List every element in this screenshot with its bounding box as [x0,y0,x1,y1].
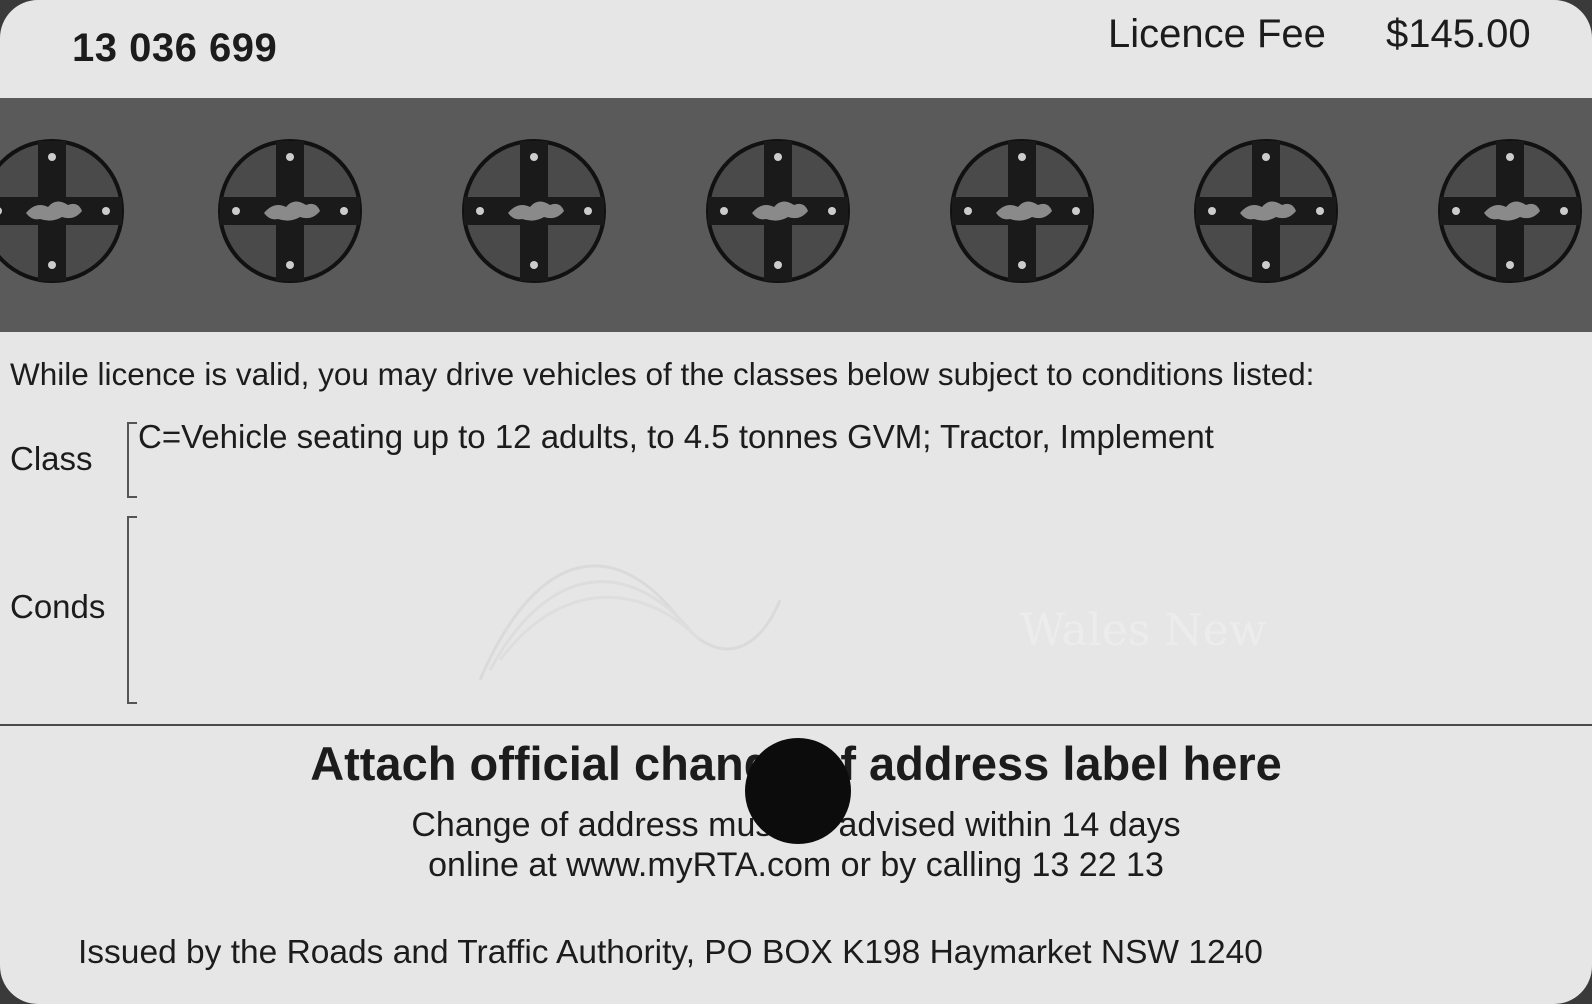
section-divider [0,724,1592,726]
card-header: 13 036 699 Licence Fee $145.00 [0,0,1592,96]
punch-hole [745,738,851,844]
conds-label: Conds [10,588,106,625]
class-bracket [127,422,137,498]
card-number: 13 036 699 [72,26,278,70]
conds-bracket [127,516,137,704]
nsw-cross-lion-emblem-icon [1192,137,1340,285]
licence-fee-label: Licence Fee [1108,12,1326,56]
emblem-band [0,98,1592,332]
nsw-cross-lion-emblem-icon [948,137,1096,285]
class-label: Class [10,440,93,477]
licence-card-back: 13 036 699 Licence Fee $145.00 While lic… [0,0,1592,1004]
licence-fee-amount: $145.00 [1386,12,1531,56]
nsw-cross-lion-emblem-icon [460,137,608,285]
security-watermark: Wales New [460,500,1360,700]
licence-validity-statement: While licence is valid, you may drive ve… [10,356,1315,392]
address-instruction-line-2: online at www.myRTA.com or by calling 13… [428,846,1164,884]
issuer-statement: Issued by the Roads and Traffic Authorit… [78,934,1263,971]
nsw-cross-lion-emblem-icon [704,137,852,285]
nsw-cross-lion-emblem-icon [216,137,364,285]
nsw-cross-lion-emblem-icon [1436,137,1584,285]
watermark-text: Wales New [1020,605,1267,656]
nsw-cross-lion-emblem-icon [0,137,126,285]
class-value: C=Vehicle seating up to 12 adults, to 4.… [138,418,1214,455]
